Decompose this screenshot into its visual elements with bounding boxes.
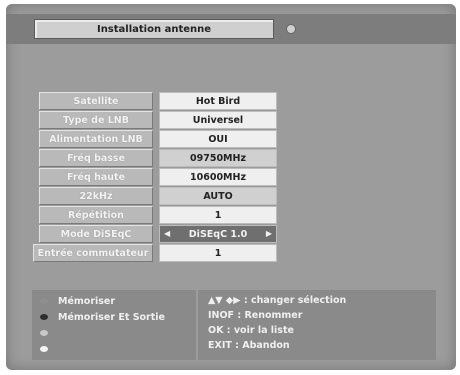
legend-item-save: Mémoriser — [40, 294, 115, 308]
help-line: EXIT : Abandon — [208, 340, 290, 351]
help-line: OK : voir la liste — [208, 325, 294, 336]
setting-value-switch-input[interactable]: 1 — [159, 244, 277, 262]
setting-label: Entrée commutateur — [33, 244, 153, 262]
setting-value-repetition[interactable]: 1 — [159, 206, 277, 224]
legend-item-4 — [40, 342, 58, 356]
setting-label: Fréq basse — [39, 149, 153, 167]
setting-label: Alimentation LNB — [39, 130, 153, 148]
setting-label: 22kHz — [39, 187, 153, 205]
help-line: INOF : Renommer — [208, 310, 303, 321]
setting-value-lnb-power[interactable]: OUI — [159, 130, 277, 148]
setting-value-22khz[interactable]: AUTO — [159, 187, 277, 205]
setting-value-diseqc-mode[interactable]: ◀ DiSEqC 1.0 ▶ — [159, 225, 277, 243]
page-title: Installation antenne — [34, 19, 274, 39]
menu-screen: Installation antenne Satellite Hot Bird … — [6, 4, 456, 370]
right-arrow-icon[interactable]: ▶ — [266, 229, 272, 238]
left-arrow-icon[interactable]: ◀ — [164, 229, 170, 238]
setting-value-satellite[interactable]: Hot Bird — [159, 92, 277, 110]
setting-label: Satellite — [39, 92, 153, 110]
grey-dot-icon — [40, 298, 48, 304]
help-line: ▲▼ ◆▶ : changer sélection — [208, 295, 347, 306]
setting-label: Mode DiSEqC — [39, 225, 153, 243]
header-bar: Installation antenne — [6, 14, 456, 44]
legend-item-save-exit: Mémoriser Et Sortie — [40, 310, 165, 324]
legend-label: Mémoriser Et Sortie — [58, 311, 165, 323]
setting-value-low-frequency[interactable]: 09750MHz — [159, 149, 277, 167]
selected-value: DiSEqC 1.0 — [188, 228, 248, 240]
light-dot-icon — [40, 330, 48, 336]
setting-value-high-frequency[interactable]: 10600MHz — [159, 168, 277, 186]
white-dot-icon — [40, 346, 48, 352]
setting-label: Type de LNB — [39, 111, 153, 129]
action-legend: Mémoriser Mémoriser Et Sortie — [32, 290, 196, 360]
legend-label: Mémoriser — [58, 295, 116, 307]
setting-label: Répétition — [39, 206, 153, 224]
legend-item-3 — [40, 326, 58, 340]
setting-label: Fréq haute — [39, 168, 153, 186]
help-panel: ▲▼ ◆▶ : changer sélection INOF : Renomme… — [198, 290, 436, 360]
dot-icon — [286, 24, 296, 34]
dark-dot-icon — [40, 314, 48, 320]
setting-value-lnb-type[interactable]: Universel — [159, 111, 277, 129]
